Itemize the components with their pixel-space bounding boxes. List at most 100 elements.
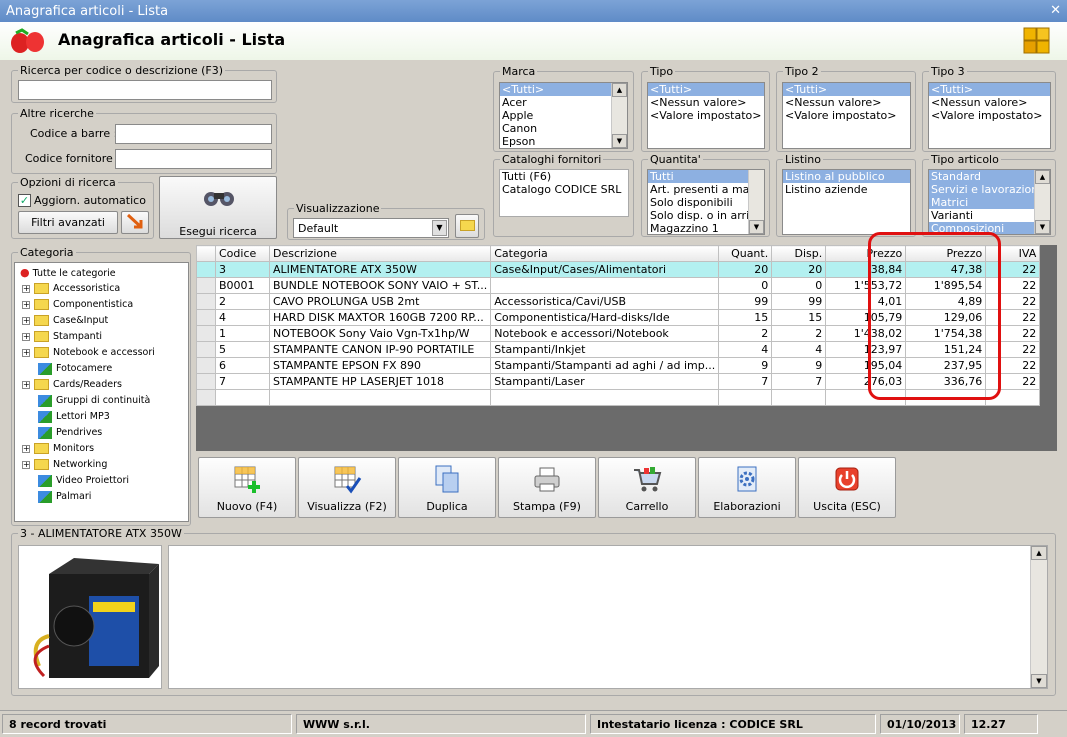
cart-button[interactable]: Carrello [598, 457, 696, 518]
tree-item[interactable]: + Notebook e accessori [22, 345, 155, 360]
expand-icon[interactable]: + [22, 460, 30, 469]
tree-root[interactable]: ● Tutte le categorie [20, 265, 116, 280]
list-item[interactable]: <Nessun valore> [929, 96, 1050, 109]
type-list[interactable]: <Tutti> <Nessun valore> <Valore impostat… [647, 82, 765, 149]
col-header-quantity[interactable]: Quant. [718, 245, 773, 262]
list-item[interactable]: Matrici [929, 196, 1050, 209]
scrollbar[interactable]: ▲ ▼ [611, 83, 627, 148]
notes-area[interactable]: ▲ ▼ [168, 545, 1048, 689]
category-tree[interactable]: ● Tutte le categorie + Accessoristica + Com… [14, 262, 189, 522]
tree-item[interactable]: + Componentistica [22, 297, 133, 312]
tree-item[interactable]: Gruppi di continuità [38, 393, 150, 408]
pricelist-list[interactable]: Listino al pubblico Listino aziende [782, 169, 911, 235]
filter-arrow-button[interactable] [121, 211, 149, 234]
list-item[interactable]: <Valore impostato> [783, 109, 910, 122]
expand-icon[interactable]: + [22, 444, 30, 453]
list-item[interactable]: <Valore impostato> [648, 109, 764, 122]
scroll-up-icon[interactable]: ▲ [1035, 170, 1050, 184]
list-item[interactable]: Epson [500, 135, 627, 148]
supplier-code-input[interactable] [115, 149, 272, 169]
list-item[interactable]: Standard [929, 170, 1050, 183]
print-button[interactable]: Stampa (F9) [498, 457, 596, 518]
tree-item[interactable]: Palmari [38, 489, 91, 504]
list-item[interactable]: Apple [500, 109, 627, 122]
row-header[interactable] [196, 293, 216, 310]
run-search-button[interactable]: Esegui ricerca [159, 176, 277, 239]
list-item[interactable]: <Tutti> [648, 83, 764, 96]
tree-item[interactable]: + Cards/Readers [22, 377, 122, 392]
brand-list[interactable]: <Tutti> Acer Apple Canon Epson ▲ ▼ [499, 82, 628, 149]
row-header[interactable] [196, 373, 216, 390]
exit-button[interactable]: Uscita (ESC) [798, 457, 896, 518]
expand-icon[interactable]: + [22, 332, 30, 341]
expand-icon[interactable]: + [22, 284, 30, 293]
expand-icon[interactable]: + [22, 380, 30, 389]
catalogs-list[interactable]: Tutti (F6) Catalogo CODICE SRL [499, 169, 629, 217]
auto-update-checkbox[interactable]: ✓ [18, 194, 31, 207]
list-item[interactable]: Solo disponibili [648, 196, 764, 209]
list-item[interactable]: Varianti [929, 209, 1050, 222]
scroll-down-icon[interactable]: ▼ [749, 220, 764, 234]
row-header[interactable] [196, 261, 216, 278]
list-item[interactable]: Solo disp. o in arrivo [648, 209, 764, 222]
row-header[interactable] [196, 341, 216, 358]
barcode-input[interactable] [115, 124, 272, 144]
close-icon[interactable]: ✕ [1050, 3, 1061, 18]
list-item[interactable]: Canon [500, 122, 627, 135]
list-item[interactable]: Catalogo CODICE SRL [500, 183, 628, 196]
row-header[interactable] [196, 309, 216, 326]
tree-item[interactable]: + Case&Input [22, 313, 108, 328]
row-header[interactable] [196, 277, 216, 294]
list-item[interactable]: Art. presenti a magazzino [648, 183, 764, 196]
list-item[interactable]: Magazzino 1 [648, 222, 764, 234]
tree-item[interactable]: Pendrives [38, 425, 102, 440]
list-item[interactable]: <Tutti> [929, 83, 1050, 96]
list-item[interactable]: Acer [500, 96, 627, 109]
tree-item[interactable]: + Networking [22, 457, 107, 472]
row-header[interactable] [196, 325, 216, 342]
view-button[interactable]: Visualizza (F2) [298, 457, 396, 518]
scroll-up-icon[interactable]: ▲ [1031, 546, 1047, 560]
row-header[interactable] [196, 357, 216, 374]
tree-item[interactable]: Lettori MP3 [38, 409, 110, 424]
tree-item[interactable]: Fotocamere [38, 361, 112, 376]
col-header-code[interactable]: Codice [215, 245, 270, 262]
expand-icon[interactable]: + [22, 316, 30, 325]
col-header-category[interactable]: Categoria [490, 245, 720, 262]
list-item[interactable]: <Valore impostato> [929, 109, 1050, 122]
folder-button[interactable] [455, 214, 479, 238]
list-item[interactable]: <Tutti> [500, 83, 627, 96]
type2-list[interactable]: <Tutti> <Nessun valore> <Valore impostat… [782, 82, 911, 149]
expand-icon[interactable]: + [22, 348, 30, 357]
quantity-list[interactable]: Tutti Art. presenti a magazzino Solo dis… [647, 169, 765, 235]
article-type-list[interactable]: Standard Servizi e lavorazioni Matrici V… [928, 169, 1051, 235]
list-item[interactable]: Listino al pubblico [783, 170, 910, 183]
scroll-down-icon[interactable]: ▼ [1035, 220, 1050, 234]
scrollbar[interactable]: ▲ ▼ [1034, 170, 1050, 234]
list-item[interactable]: <Nessun valore> [783, 96, 910, 109]
new-button[interactable]: Nuovo (F4) [198, 457, 296, 518]
list-item[interactable]: Servizi e lavorazioni [929, 183, 1050, 196]
scroll-up-icon[interactable]: ▲ [612, 83, 627, 97]
col-header-available[interactable]: Disp. [771, 245, 827, 262]
list-item[interactable]: Tutti [648, 170, 764, 183]
tree-item[interactable]: + Monitors [22, 441, 94, 456]
search-input[interactable] [18, 80, 272, 100]
list-item[interactable]: Tutti (F6) [500, 170, 628, 183]
processing-button[interactable]: Elaborazioni [698, 457, 796, 518]
tree-item[interactable]: + Stampanti [22, 329, 102, 344]
scroll-down-icon[interactable]: ▼ [612, 134, 627, 148]
tree-item[interactable]: Video Proiettori [38, 473, 129, 488]
duplicate-button[interactable]: Duplica [398, 457, 496, 518]
tree-item[interactable]: + Accessoristica [22, 281, 120, 296]
type3-list[interactable]: <Tutti> <Nessun valore> <Valore impostat… [928, 82, 1051, 149]
advanced-filters-button[interactable]: Filtri avanzati [18, 211, 118, 234]
col-header-description[interactable]: Descrizione [268, 245, 492, 262]
list-item[interactable]: <Tutti> [783, 83, 910, 96]
scrollbar[interactable]: ▼ [748, 170, 764, 234]
chevron-down-icon[interactable]: ▼ [432, 220, 447, 236]
scroll-down-icon[interactable]: ▼ [1031, 674, 1047, 688]
list-item[interactable]: <Nessun valore> [648, 96, 764, 109]
list-item[interactable]: Listino aziende [783, 183, 910, 196]
expand-icon[interactable]: + [22, 300, 30, 309]
